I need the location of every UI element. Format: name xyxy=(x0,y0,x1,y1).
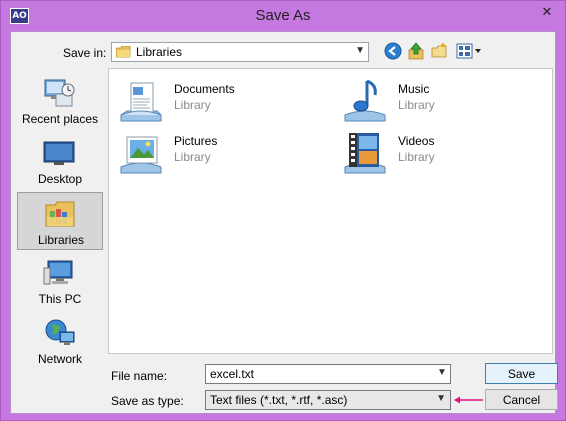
place-label: Desktop xyxy=(37,172,83,186)
place-label: Recent places xyxy=(21,112,99,126)
new-folder-icon xyxy=(431,43,447,58)
places-bar: Recent places Desktop Libraries This PC … xyxy=(17,72,103,404)
library-name: Pictures xyxy=(174,134,218,148)
library-type: Library xyxy=(174,150,211,164)
save-as-type-dropdown[interactable]: Text files (*.txt, *.rtf, *.asc) ▼ xyxy=(205,390,451,410)
save-as-type-label: Save as type: xyxy=(111,394,184,408)
place-label: Libraries xyxy=(37,233,85,247)
new-folder-button[interactable] xyxy=(429,42,449,62)
file-list[interactable]: Documents Library Music Library Pictures… xyxy=(108,68,553,354)
documents-library-icon xyxy=(120,82,162,122)
cancel-button[interactable]: Cancel xyxy=(485,389,558,410)
place-label: This PC xyxy=(38,292,82,306)
library-name: Music xyxy=(398,82,430,96)
save-as-dialog: AO Save As ✕ Save in: Libraries ▼ Recent… xyxy=(0,0,566,421)
save-button[interactable]: Save xyxy=(485,363,558,384)
libraries-icon xyxy=(45,201,75,227)
chevron-down-icon: ▼ xyxy=(355,45,365,56)
videos-library-icon xyxy=(344,133,386,174)
back-icon xyxy=(384,42,402,60)
chevron-down-icon: ▼ xyxy=(436,393,446,404)
place-desktop[interactable]: Desktop xyxy=(17,132,103,190)
up-folder-icon xyxy=(408,42,424,60)
place-recent-places[interactable]: Recent places xyxy=(17,72,103,130)
pointer-arrow-icon xyxy=(454,396,483,404)
save-as-type-value: Text files (*.txt, *.rtf, *.asc) xyxy=(210,393,348,407)
file-name-input[interactable] xyxy=(205,364,451,384)
chevron-down-icon[interactable]: ▼ xyxy=(437,367,447,378)
save-in-value: Libraries xyxy=(136,45,183,59)
recent-places-icon xyxy=(44,79,75,107)
library-name: Documents xyxy=(174,82,235,96)
library-type: Library xyxy=(398,150,435,164)
place-this-pc[interactable]: This PC xyxy=(17,252,103,310)
save-in-dropdown[interactable]: Libraries ▼ xyxy=(111,42,369,62)
library-type: Library xyxy=(398,98,435,112)
place-label: Network xyxy=(37,352,82,366)
views-menu-button[interactable] xyxy=(454,42,484,62)
dialog-body: Save in: Libraries ▼ Recent places Deskt… xyxy=(10,31,558,414)
library-type: Library xyxy=(174,98,211,112)
file-name-label: File name: xyxy=(111,369,168,383)
this-pc-icon xyxy=(43,260,73,285)
place-libraries[interactable]: Libraries xyxy=(17,192,103,250)
pictures-library-icon xyxy=(120,136,162,174)
close-button[interactable]: ✕ xyxy=(533,3,561,21)
up-folder-button[interactable] xyxy=(406,42,426,62)
desktop-icon xyxy=(43,141,75,165)
dialog-title: Save As xyxy=(255,7,311,24)
back-button[interactable] xyxy=(383,42,403,62)
save-in-label: Save in: xyxy=(63,46,107,60)
place-network[interactable]: Network xyxy=(17,312,103,370)
library-item-documents[interactable]: Documents Library xyxy=(117,77,297,125)
library-item-videos[interactable]: Videos Library xyxy=(341,129,521,177)
library-item-music[interactable]: Music Library xyxy=(341,77,521,125)
title-bar[interactable]: AO Save As ✕ xyxy=(1,1,565,31)
library-item-pictures[interactable]: Pictures Library xyxy=(117,129,297,177)
music-library-icon xyxy=(344,79,386,122)
libraries-folder-icon xyxy=(116,46,131,58)
network-icon xyxy=(45,319,75,345)
views-menu-icon xyxy=(456,43,481,59)
library-name: Videos xyxy=(398,134,435,148)
